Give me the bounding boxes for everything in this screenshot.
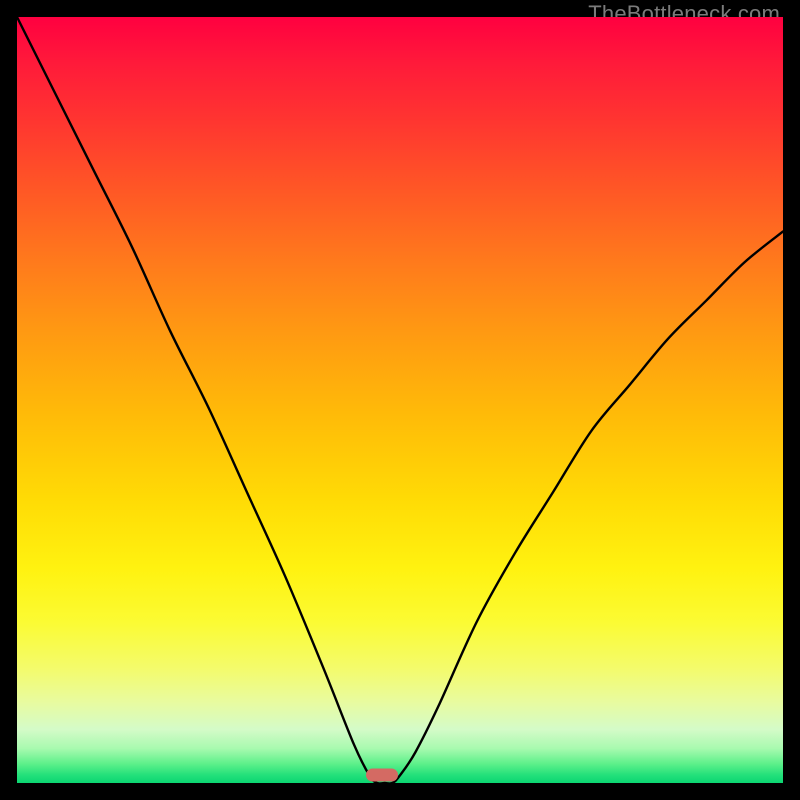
curve-path: [17, 17, 783, 783]
bottleneck-curve: [17, 17, 783, 783]
optimal-point-marker: [366, 769, 398, 782]
plot-area: [17, 17, 783, 783]
chart-frame: TheBottleneck.com: [0, 0, 800, 800]
